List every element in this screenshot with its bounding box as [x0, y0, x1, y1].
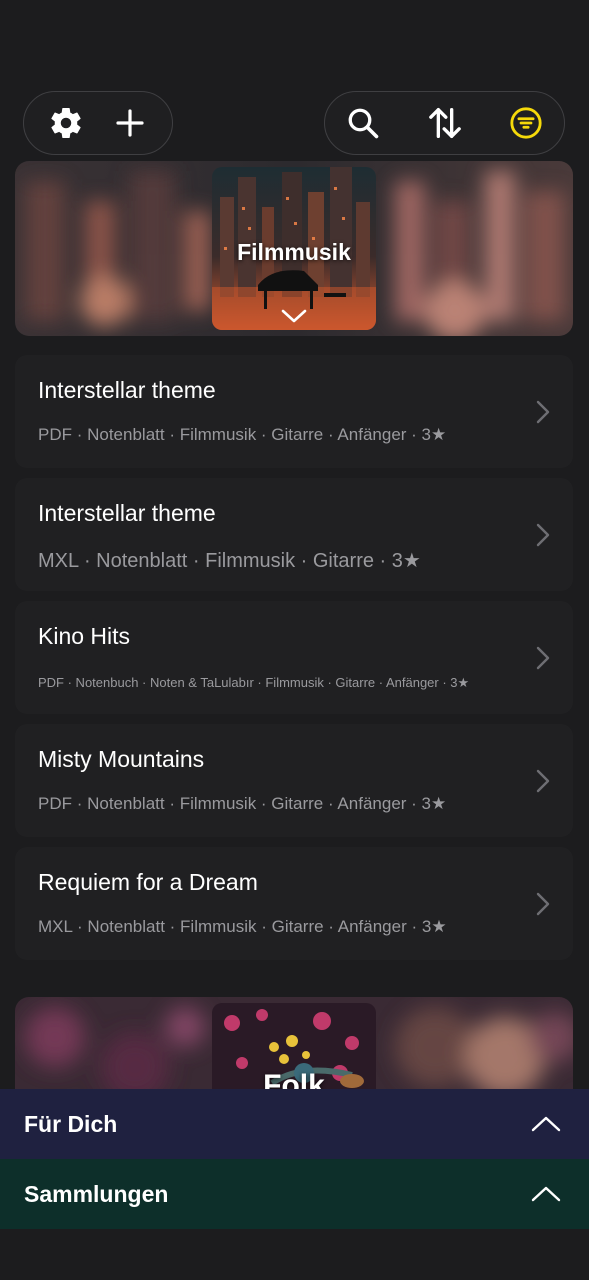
item-title: Interstellar theme [38, 500, 216, 526]
filter-icon [510, 107, 542, 139]
item-meta: MXL · Notenblatt · Filmmusik · Gitarre ·… [38, 550, 421, 572]
panel-label: Sammlungen [24, 1180, 169, 1207]
panel-fuer-dich[interactable]: Für Dich [0, 1089, 589, 1159]
chevron-right-icon [536, 523, 550, 547]
panel-label: Für Dich [24, 1110, 118, 1137]
chevron-right-icon [536, 646, 550, 670]
settings-button[interactable] [42, 99, 90, 147]
item-meta: MXL · Notenblatt · Filmmusik · Gitarre ·… [38, 917, 447, 936]
sort-arrows-icon [428, 108, 461, 138]
chevron-right-icon [536, 892, 550, 916]
list-item[interactable]: Interstellar theme PDF · Notenblatt · Fi… [15, 355, 573, 468]
add-button[interactable] [106, 99, 154, 147]
list-item[interactable]: Misty Mountains PDF · Notenblatt · Filmm… [15, 724, 573, 837]
screen: Filmmusik Interstellar theme PDF · Noten… [0, 0, 589, 1280]
toolbar-left-group [23, 91, 173, 155]
chevron-right-icon [536, 769, 550, 793]
panel-sammlungen[interactable]: Sammlungen [0, 1159, 589, 1229]
chevron-up-icon[interactable] [531, 1115, 561, 1133]
item-title: Interstellar theme [38, 377, 216, 403]
item-meta: PDF · Notenblatt · Filmmusik · Gitarre ·… [38, 425, 447, 444]
sort-button[interactable] [421, 99, 469, 147]
search-button[interactable] [339, 99, 387, 147]
sheet-music-list: Interstellar theme PDF · Notenblatt · Fi… [15, 355, 573, 970]
list-item[interactable]: Interstellar theme MXL · Notenblatt · Fi… [15, 478, 573, 591]
cover-title: Filmmusik [237, 239, 351, 265]
list-item[interactable]: Requiem for a Dream MXL · Notenblatt · F… [15, 847, 573, 960]
gear-icon [51, 107, 81, 138]
item-meta: PDF · Notenblatt · Filmmusik · Gitarre ·… [38, 794, 447, 813]
chevron-down-icon[interactable] [280, 307, 308, 325]
toolbar-right-group [324, 91, 565, 155]
chevron-right-icon [536, 400, 550, 424]
item-title: Kino Hits [38, 623, 131, 649]
item-title: Misty Mountains [38, 746, 205, 772]
item-meta: PDF · Notenbuch · Noten & TaLulabır · Fi… [38, 675, 470, 690]
filter-button[interactable] [502, 99, 550, 147]
plus-icon [116, 109, 144, 137]
search-icon [348, 108, 379, 139]
chevron-up-icon[interactable] [531, 1185, 561, 1203]
item-title: Requiem for a Dream [38, 869, 258, 895]
collection-banner-filmmusik[interactable]: Filmmusik [15, 161, 573, 336]
cover-art-filmmusik: Filmmusik [212, 167, 376, 330]
list-item[interactable]: Kino Hits PDF · Notenbuch · Noten & TaLu… [15, 601, 573, 714]
